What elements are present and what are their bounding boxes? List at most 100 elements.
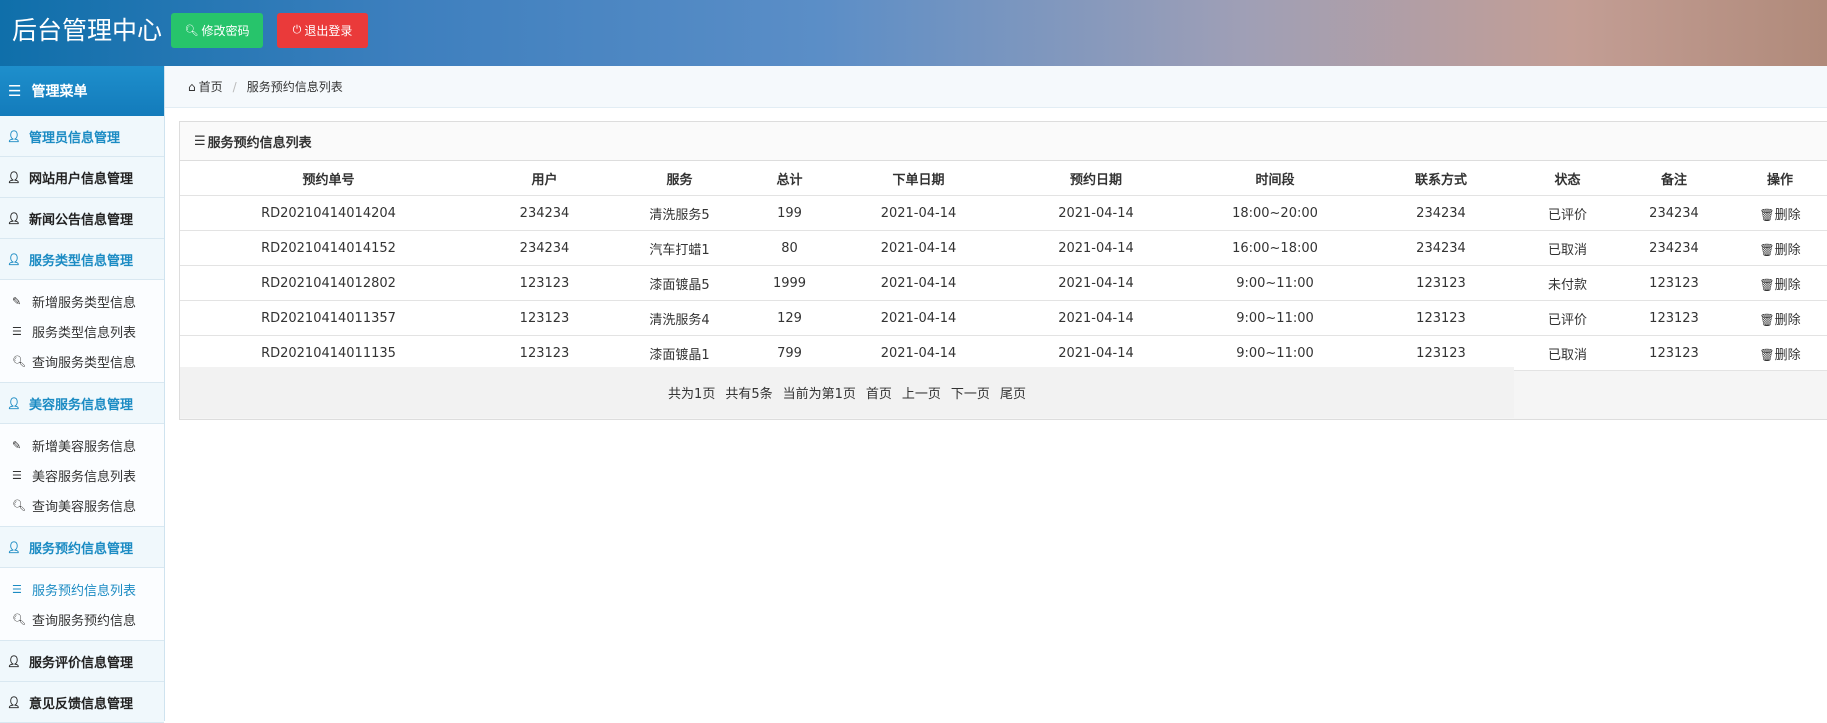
delete-link[interactable]: 🗑︎删除 [1732,335,1827,371]
booking-date-cell: 2021-04-14 [1005,230,1187,266]
trash-icon: 🗑︎ [1759,347,1775,362]
order-no-cell: RD20210414014204 [180,195,477,231]
trash-icon: 🗑︎ [1759,277,1775,292]
sidebar-group-news[interactable]: 👤︎ 新闻公告信息管理 [0,198,164,239]
sidebar-menu-header: ☰ 管理菜单 [0,66,164,116]
trash-icon: 🗑︎ [1759,207,1775,222]
breadcrumb: ⌂ 首页 / 服务预约信息列表 [165,66,1827,108]
sidebar-group-booking[interactable]: 👤︎ 服务预约信息管理 [0,527,164,568]
sidebar-group-beauty-service[interactable]: 👤︎ 美容服务信息管理 [0,383,164,424]
remark-cell: 123123 [1616,335,1732,371]
column-header: 下单日期 [832,161,1005,196]
change-password-button[interactable]: 🔍︎ 修改密码 [171,13,263,48]
user-cell: 123123 [477,265,612,301]
contact-cell: 123123 [1363,265,1519,301]
order-no-cell: RD20210414011357 [180,300,477,336]
service-cell: 漆面镀晶1 [612,335,747,371]
status-cell: 已取消 [1519,230,1616,266]
pagination: 共为1页 共有5条 当前为第1页 首页 上一页 下一页 尾页 [180,367,1514,418]
time-slot-cell: 9:00~11:00 [1187,335,1363,371]
logout-button[interactable]: ⏻ 退出登录 [277,13,368,48]
user-cell: 123123 [477,335,612,371]
column-header: 服务 [612,161,747,196]
delete-link[interactable]: 🗑︎删除 [1732,230,1827,266]
pager-current: 当前为第1页 [782,387,856,402]
order-no-cell: RD20210414014152 [180,230,477,266]
order-date-cell: 2021-04-14 [832,335,1005,371]
trash-icon: 🗑︎ [1759,312,1775,327]
sidebar-group-review[interactable]: 👤︎ 服务评价信息管理 [0,641,164,682]
total-cell: 799 [747,335,832,371]
edit-icon: ✎ [12,294,22,308]
remark-cell: 234234 [1616,230,1732,266]
table-header-row: 预约单号 用户 服务 总计 下单日期 预约日期 时间段 联系方式 状态 备注 操… [180,161,1827,196]
remark-cell: 234234 [1616,195,1732,231]
user-icon: 👤︎ [7,170,21,184]
column-header: 预约日期 [1005,161,1187,196]
sidebar-item-search-beauty-service[interactable]: 🔍︎ 查询美容服务信息 [0,490,164,520]
table-row: RD20210414011135 123123 漆面镀晶1 799 2021-0… [180,335,1827,371]
sidebar-submenu-beauty-service: ✎ 新增美容服务信息 ☰ 美容服务信息列表 🔍︎ 查询美容服务信息 [0,424,164,527]
user-icon: 👤︎ [7,695,21,709]
sidebar-item-add-beauty-service[interactable]: ✎ 新增美容服务信息 [0,430,164,460]
delete-link[interactable]: 🗑︎删除 [1732,195,1827,231]
list-icon: ☰ [8,82,22,100]
sidebar: ☰ 管理菜单 👤︎ 管理员信息管理 👤︎ 网站用户信息管理 👤︎ 新闻公告信息管… [0,66,165,723]
sidebar-item-booking-list[interactable]: ☰ 服务预约信息列表 [0,574,164,604]
sidebar-group-feedback[interactable]: 👤︎ 意见反馈信息管理 [0,682,164,723]
column-header: 备注 [1616,161,1732,196]
breadcrumb-home-link[interactable]: 首页 [199,78,223,95]
list-icon: ☰ [12,324,22,338]
pager-last-link[interactable]: 尾页 [1000,383,1026,402]
panel-title: ☰ 服务预约信息列表 [180,122,1827,161]
order-date-cell: 2021-04-14 [832,230,1005,266]
sidebar-group-service-type[interactable]: 👤︎ 服务类型信息管理 [0,239,164,280]
total-cell: 1999 [747,265,832,301]
sidebar-group-site-users[interactable]: 👤︎ 网站用户信息管理 [0,157,164,198]
time-slot-cell: 16:00~18:00 [1187,230,1363,266]
user-icon: 👤︎ [7,129,21,143]
key-icon: 🔍︎ [184,25,199,37]
column-header: 时间段 [1187,161,1363,196]
list-icon: ☰ [194,133,206,149]
list-icon: ☰ [12,468,22,482]
breadcrumb-current: 服务预约信息列表 [246,80,343,94]
delete-link[interactable]: 🗑︎删除 [1732,300,1827,336]
pager-next-link[interactable]: 下一页 [951,383,990,402]
power-icon: ⏻ [292,24,302,36]
order-date-cell: 2021-04-14 [832,300,1005,336]
search-icon: 🔍︎ [12,354,26,368]
contact-cell: 234234 [1363,195,1519,231]
booking-date-cell: 2021-04-14 [1005,300,1187,336]
user-cell: 234234 [477,195,612,231]
column-header: 状态 [1519,161,1616,196]
home-icon: ⌂ [188,79,196,94]
service-cell: 清洗服务5 [612,195,747,231]
sidebar-item-beauty-service-list[interactable]: ☰ 美容服务信息列表 [0,460,164,490]
time-slot-cell: 9:00~11:00 [1187,265,1363,301]
remark-cell: 123123 [1616,300,1732,336]
pager-prev-link[interactable]: 上一页 [902,383,941,402]
contact-cell: 234234 [1363,230,1519,266]
column-header: 操作 [1732,161,1827,196]
booking-table: 预约单号 用户 服务 总计 下单日期 预约日期 时间段 联系方式 状态 备注 操… [180,161,1827,371]
service-cell: 漆面镀晶5 [612,265,747,301]
remark-cell: 123123 [1616,265,1732,301]
service-cell: 汽车打蜡1 [612,230,747,266]
table-row: RD20210414014204 234234 清洗服务5 199 2021-0… [180,195,1827,231]
sidebar-item-search-service-type[interactable]: 🔍︎ 查询服务类型信息 [0,346,164,376]
delete-link[interactable]: 🗑︎删除 [1732,265,1827,301]
pager-total-pages: 共为1页 [668,387,716,402]
sidebar-item-add-service-type[interactable]: ✎ 新增服务类型信息 [0,286,164,316]
user-icon: 👤︎ [7,396,21,410]
sidebar-group-admin[interactable]: 👤︎ 管理员信息管理 [0,116,164,157]
pager-first-link[interactable]: 首页 [866,383,892,402]
sidebar-item-service-type-list[interactable]: ☰ 服务类型信息列表 [0,316,164,346]
sidebar-submenu-service-type: ✎ 新增服务类型信息 ☰ 服务类型信息列表 🔍︎ 查询服务类型信息 [0,280,164,383]
search-icon: 🔍︎ [12,612,26,626]
status-cell: 未付款 [1519,265,1616,301]
search-icon: 🔍︎ [12,498,26,512]
column-header: 总计 [747,161,832,196]
user-icon: 👤︎ [7,211,21,225]
sidebar-item-search-booking[interactable]: 🔍︎ 查询服务预约信息 [0,604,164,634]
